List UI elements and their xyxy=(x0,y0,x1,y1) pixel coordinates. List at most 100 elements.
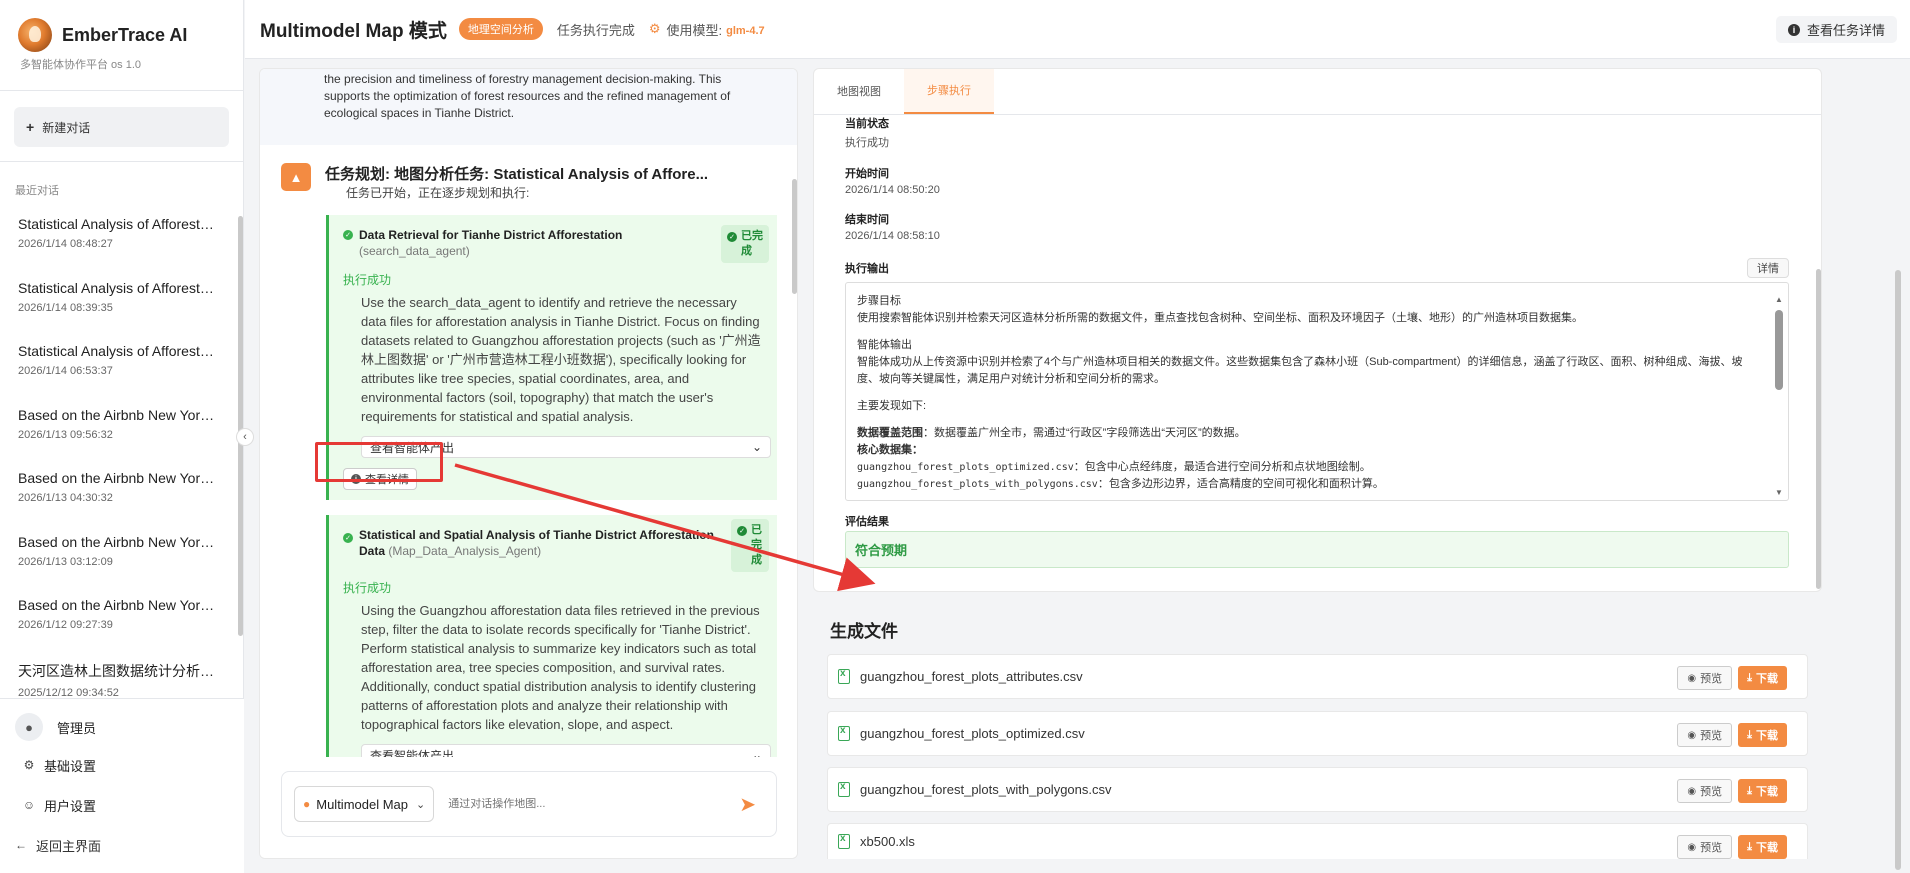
preview-button[interactable]: ◉ 预览 xyxy=(1677,779,1733,803)
history-date: 2026/1/14 06:53:37 xyxy=(18,365,113,377)
agent-output-toggle[interactable]: 查看智能体产出 ⌄ xyxy=(361,436,771,458)
history-item[interactable]: Based on the Airbnb New York… 2026/1/13 … xyxy=(0,524,243,588)
eye-icon: ◉ xyxy=(1687,785,1697,797)
info-icon: i xyxy=(1787,23,1800,36)
preview-button[interactable]: ◉ 预览 xyxy=(1677,835,1733,859)
download-button[interactable]: ⤓ 下载 xyxy=(1738,835,1787,859)
user-settings-label: 用户设置 xyxy=(44,798,97,814)
back-home-link[interactable]: ← 返回主界面 xyxy=(0,825,244,865)
tab-map-view[interactable]: 地图视图 xyxy=(814,69,904,114)
brand-subtitle: 多智能体协作平台 os 1.0 xyxy=(20,59,142,71)
current-state-value: 执行成功 xyxy=(845,137,889,149)
history-date: 2026/1/13 09:56:32 xyxy=(18,428,113,441)
sidebar: EmberTrace AI 多智能体协作平台 os 1.0 + 新建对话 最近对… xyxy=(0,0,244,873)
history-date: 2026/1/12 09:27:39 xyxy=(18,619,113,631)
download-button[interactable]: ⤓ 下载 xyxy=(1738,666,1787,690)
scroll-thumb[interactable] xyxy=(1775,310,1783,390)
file-name: guangzhou_forest_plots_attributes.csv xyxy=(860,669,1083,684)
download-button[interactable]: ⤓ 下载 xyxy=(1738,723,1787,747)
file-row[interactable]: guangzhou_forest_plots_optimized.csv ◉预览… xyxy=(827,711,1808,756)
history-item[interactable]: Statistical Analysis of Afforestation… 2… xyxy=(0,206,243,270)
chat-input[interactable] xyxy=(448,798,740,810)
chat-scrollbar[interactable] xyxy=(792,179,797,294)
model-value: glm-4.7 xyxy=(726,24,765,37)
coverage-text: ：数据覆盖广州全市，需通过“行政区”字段筛选出“天河区”的数据。 xyxy=(923,427,1246,439)
download-icon: ⤓ xyxy=(1747,840,1752,853)
history-item[interactable]: Based on the Airbnb New York… 2026/1/12 … xyxy=(0,587,243,651)
step-description: Use the search_data_agent to identify an… xyxy=(361,295,761,424)
plan-title: 任务规划: 地图分析任务: Statistical Analysis of Af… xyxy=(325,166,709,183)
sidebar-collapse-button[interactable]: ‹ xyxy=(236,428,254,446)
view-task-detail-button[interactable]: i 查看任务详情 xyxy=(1775,16,1897,43)
file-row[interactable]: xb500.xls ◉预览 ⤓ 下载 xyxy=(827,823,1808,859)
step-title-text: Data Retrieval for Tianhe District Affor… xyxy=(359,228,623,242)
step-title: Statistical and Spatial Analysis of Tian… xyxy=(359,527,729,559)
preview-label: 预览 xyxy=(1700,673,1723,685)
app-logo xyxy=(18,18,52,52)
download-button[interactable]: ⤓ 下载 xyxy=(1738,779,1787,803)
scroll-up-icon[interactable]: ▲ xyxy=(1774,291,1784,308)
user-settings-link[interactable]: ☺ 用户设置 xyxy=(0,785,244,825)
download-label: 下载 xyxy=(1756,730,1778,742)
check-circle-icon: ✓ xyxy=(737,526,747,536)
excel-file-icon xyxy=(838,781,850,797)
output-detail-button[interactable]: 详情 xyxy=(1747,258,1789,278)
page-scrollbar[interactable] xyxy=(1895,270,1901,870)
history-item[interactable]: Statistical Analysis of Afforestation… 2… xyxy=(0,270,243,334)
step-detail-card: 地图视图 步骤执行 当前状态 执行成功 开始时间 2026/1/14 08:50… xyxy=(813,68,1822,592)
gear-icon: ⚙ xyxy=(23,758,35,772)
check-circle-icon: ✓ xyxy=(343,230,353,240)
history-item[interactable]: Based on the Airbnb New York… 2026/1/13 … xyxy=(0,397,243,461)
step-done-badge: ✓ 已完成 xyxy=(721,225,769,263)
tab-step-execution[interactable]: 步骤执行 xyxy=(904,69,994,114)
model-select[interactable]: ● Multimodel Map ⌄ xyxy=(294,786,435,822)
excel-file-icon xyxy=(838,725,850,741)
exec-output-box[interactable]: 步骤目标 使用搜索智能体识别并检索天河区造林分析所需的数据文件，重点查找包含树种… xyxy=(845,282,1789,501)
file-name: guangzhou_forest_plots_optimized.csv xyxy=(860,726,1085,741)
user-profile[interactable]: ● 管理员 xyxy=(0,699,244,741)
user-name: 管理员 xyxy=(57,720,97,736)
history-title: Statistical Analysis of Afforestation… xyxy=(18,279,218,296)
findings-title: 主要发现如下: xyxy=(857,400,927,412)
history-item[interactable]: Statistical Analysis of Afforestation… 2… xyxy=(0,333,243,397)
history-date: 2026/1/14 08:48:27 xyxy=(18,238,113,250)
history-date: 2026/1/14 08:39:35 xyxy=(18,301,113,314)
mode-badge: 地理空间分析 xyxy=(458,18,543,40)
check-circle-icon: ✓ xyxy=(343,533,353,543)
download-label: 下载 xyxy=(1756,673,1778,685)
task-status: 任务执行完成 xyxy=(556,22,635,38)
send-icon[interactable]: ➤ xyxy=(739,792,756,817)
file-row[interactable]: guangzhou_forest_plots_attributes.csv ◉预… xyxy=(827,654,1808,699)
start-time-value: 2026/1/14 08:50:20 xyxy=(845,184,940,196)
history-title: Statistical Analysis of Afforestation… xyxy=(18,343,218,359)
arrow-left-icon: ← xyxy=(15,838,27,852)
task-plan: ▲ 任务规划: 地图分析任务: Statistical Analysis of … xyxy=(260,145,797,776)
new-chat-button[interactable]: + 新建对话 xyxy=(14,107,229,147)
history-title: Statistical Analysis of Afforestation… xyxy=(18,216,218,232)
chevron-left-icon: ‹ xyxy=(243,431,247,443)
brand-title: EmberTrace AI xyxy=(62,24,188,45)
core-line: 核心数据集： xyxy=(857,442,1758,459)
step-done-badge: ✓ 已完成 xyxy=(731,519,769,572)
output-scrollbar[interactable]: ▲ ▼ xyxy=(1774,291,1784,497)
history-item[interactable]: Based on the Airbnb New York… 2026/1/13 … xyxy=(0,460,243,524)
view-detail-button[interactable]: i 查看详情 xyxy=(343,468,417,490)
detail-scrollbar[interactable] xyxy=(1816,269,1821,589)
scroll-down-icon[interactable]: ▼ xyxy=(1774,484,1784,500)
file-row[interactable]: guangzhou_forest_plots_with_polygons.csv… xyxy=(827,767,1808,812)
step-done-label: 已完成 xyxy=(741,230,763,257)
info-icon: i xyxy=(351,474,361,484)
new-chat-label: 新建对话 xyxy=(42,120,91,135)
preview-label: 预览 xyxy=(1700,842,1723,854)
coverage-line: 数据覆盖范围：数据覆盖广州全市，需通过“行政区”字段筛选出“天河区”的数据。 xyxy=(857,425,1758,442)
eye-icon: ◉ xyxy=(1687,672,1697,684)
history-scrollbar[interactable] xyxy=(238,216,243,636)
chevron-down-icon: ⌄ xyxy=(416,798,426,811)
preview-button[interactable]: ◉ 预览 xyxy=(1677,723,1733,747)
plan-step: ✓ Statistical and Spatial Analysis of Ti… xyxy=(326,515,777,776)
assistant-message: the precision and timeliness of forestry… xyxy=(260,69,797,145)
preview-button[interactable]: ◉ 预览 xyxy=(1677,666,1733,690)
basic-settings-link[interactable]: ⚙ 基础设置 xyxy=(0,745,244,785)
gears-icon: ⚙ xyxy=(648,21,661,36)
map-pin-icon: ● xyxy=(303,797,311,811)
